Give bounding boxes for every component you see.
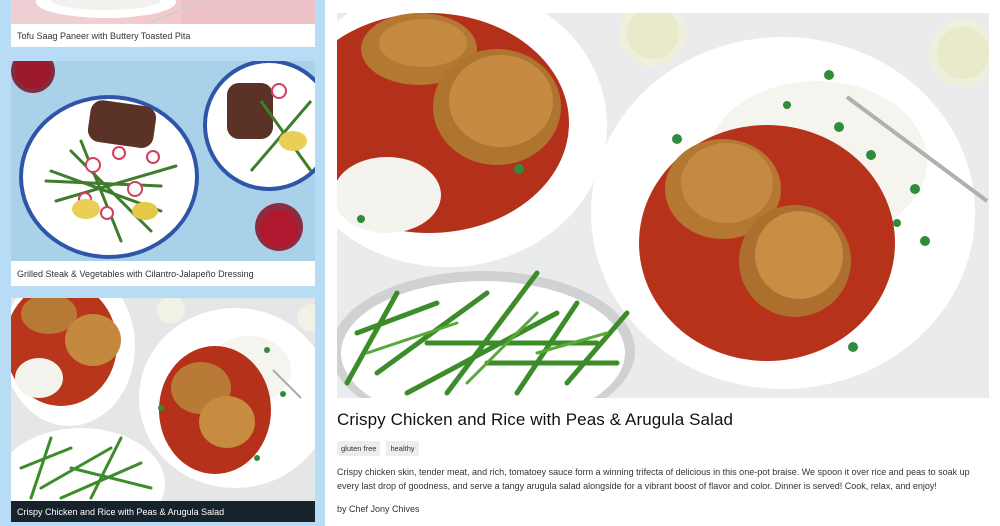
recipe-image-grilled-steak <box>11 61 315 261</box>
tag-gluten-free: gluten free <box>337 441 381 456</box>
recipe-list: Tofu Saag Paneer with Buttery Toasted Pi… <box>0 0 325 526</box>
recipe-image-tofu-saag-paneer <box>11 0 315 24</box>
recipe-title-heading: Crispy Chicken and Rice with Peas & Arug… <box>337 410 734 429</box>
recipe-description: Crispy chicken skin, tender meat, and ri… <box>337 467 970 491</box>
recipe-hero-image <box>337 13 989 398</box>
recipe-detail: Crispy Chicken and Rice with Peas & Arug… <box>337 13 989 526</box>
recipe-author: by Chef Jony Chives <box>337 504 420 514</box>
recipe-card-grilled-steak[interactable]: Grilled Steak & Vegetables with Cilantro… <box>11 61 315 286</box>
recipe-title: Tofu Saag Paneer with Buttery Toasted Pi… <box>11 24 315 47</box>
recipe-card-crispy-chicken[interactable]: Crispy Chicken and Rice with Peas & Arug… <box>11 298 315 522</box>
tag-healthy: healthy <box>386 441 419 456</box>
recipe-card-tofu-saag-paneer[interactable]: Tofu Saag Paneer with Buttery Toasted Pi… <box>11 0 315 47</box>
recipe-image-crispy-chicken <box>11 298 315 501</box>
recipe-tags: gluten free healthy <box>337 441 419 456</box>
recipe-title: Crispy Chicken and Rice with Peas & Arug… <box>11 501 315 522</box>
recipe-title: Grilled Steak & Vegetables with Cilantro… <box>11 261 315 286</box>
